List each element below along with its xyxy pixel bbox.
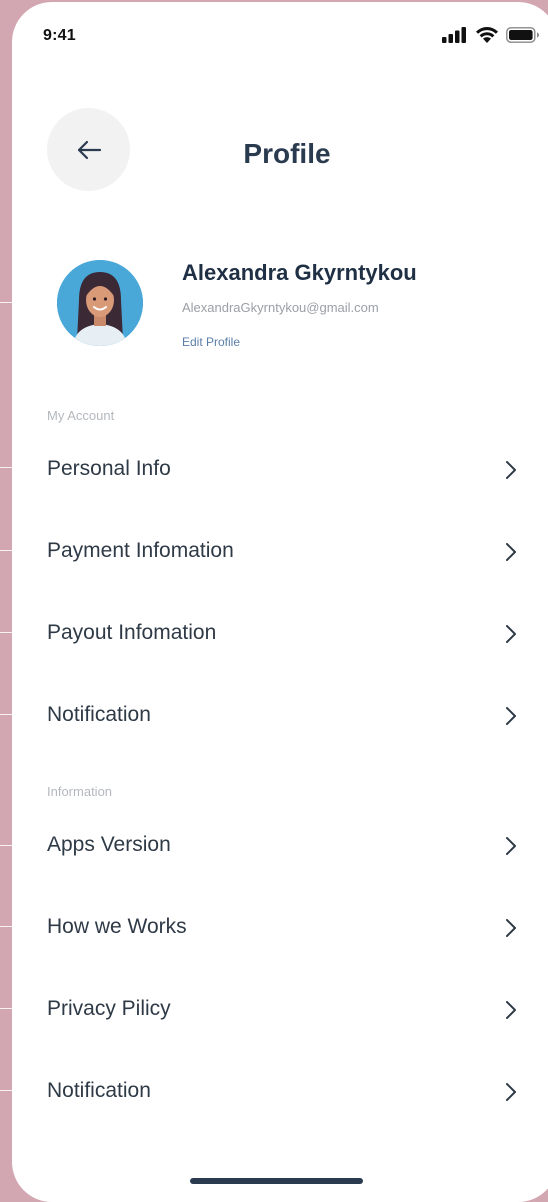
avatar[interactable] — [57, 260, 143, 346]
chevron-right-icon — [506, 625, 516, 643]
menu-item-notification-info[interactable]: Notification — [12, 1059, 548, 1123]
wifi-icon — [476, 27, 498, 43]
chevron-right-icon — [506, 543, 516, 561]
status-time: 9:41 — [43, 27, 76, 44]
menu-item-privacy-policy[interactable]: Privacy Pilicy — [12, 977, 548, 1041]
background-line — [0, 714, 12, 715]
section-label-information: Information — [47, 784, 113, 799]
menu-item-label: Payment Infomation — [47, 539, 234, 562]
menu-item-label: Apps Version — [47, 833, 171, 856]
background-line — [0, 1090, 12, 1091]
menu-item-label: Privacy Pilicy — [47, 997, 171, 1020]
chevron-right-icon — [506, 1083, 516, 1101]
status-icons — [442, 26, 540, 44]
header: Profile — [12, 102, 548, 202]
chevron-right-icon — [506, 461, 516, 479]
menu-item-payout-information[interactable]: Payout Infomation — [12, 601, 548, 665]
profile-card: Alexandra Gkyrntykou AlexandraGkyrntykou… — [12, 252, 548, 362]
phone-screen: 9:41 Profile Alexandra Gkyrntykou Alexan… — [12, 2, 548, 1202]
menu-item-label: Notification — [47, 1079, 151, 1102]
menu-item-payment-information[interactable]: Payment Infomation — [12, 519, 548, 583]
menu-item-how-we-works[interactable]: How we Works — [12, 895, 548, 959]
menu-item-label: How we Works — [47, 915, 187, 938]
background-line — [0, 302, 12, 303]
battery-icon — [506, 27, 539, 43]
home-indicator[interactable] — [190, 1178, 363, 1184]
chevron-right-icon — [506, 837, 516, 855]
status-bar: 9:41 — [12, 2, 548, 62]
menu-item-notification[interactable]: Notification — [12, 683, 548, 747]
menu-item-label: Payout Infomation — [47, 621, 217, 644]
menu-item-label: Personal Info — [47, 457, 171, 480]
chevron-right-icon — [506, 707, 516, 725]
user-avatar-icon — [57, 260, 143, 346]
chevron-right-icon — [506, 919, 516, 937]
background-line — [0, 1008, 12, 1009]
menu-item-personal-info[interactable]: Personal Info — [12, 437, 548, 501]
menu-item-apps-version[interactable]: Apps Version — [12, 813, 548, 877]
background-line — [0, 550, 12, 551]
cellular-signal-icon — [442, 27, 466, 43]
section-label-my-account: My Account — [47, 408, 115, 423]
background-line — [0, 467, 12, 468]
background-line — [0, 926, 12, 927]
arrow-left-icon — [77, 140, 101, 159]
back-button[interactable] — [47, 108, 130, 191]
user-name: Alexandra Gkyrntykou — [182, 260, 417, 285]
page-title: Profile — [243, 138, 331, 169]
background-line — [0, 632, 12, 633]
chevron-right-icon — [506, 1001, 516, 1019]
edit-profile-link[interactable]: Edit Profile — [182, 335, 240, 349]
background-line — [0, 845, 12, 846]
user-email: AlexandraGkyrntykou@gmail.com — [182, 300, 379, 315]
menu-item-label: Notification — [47, 703, 151, 726]
